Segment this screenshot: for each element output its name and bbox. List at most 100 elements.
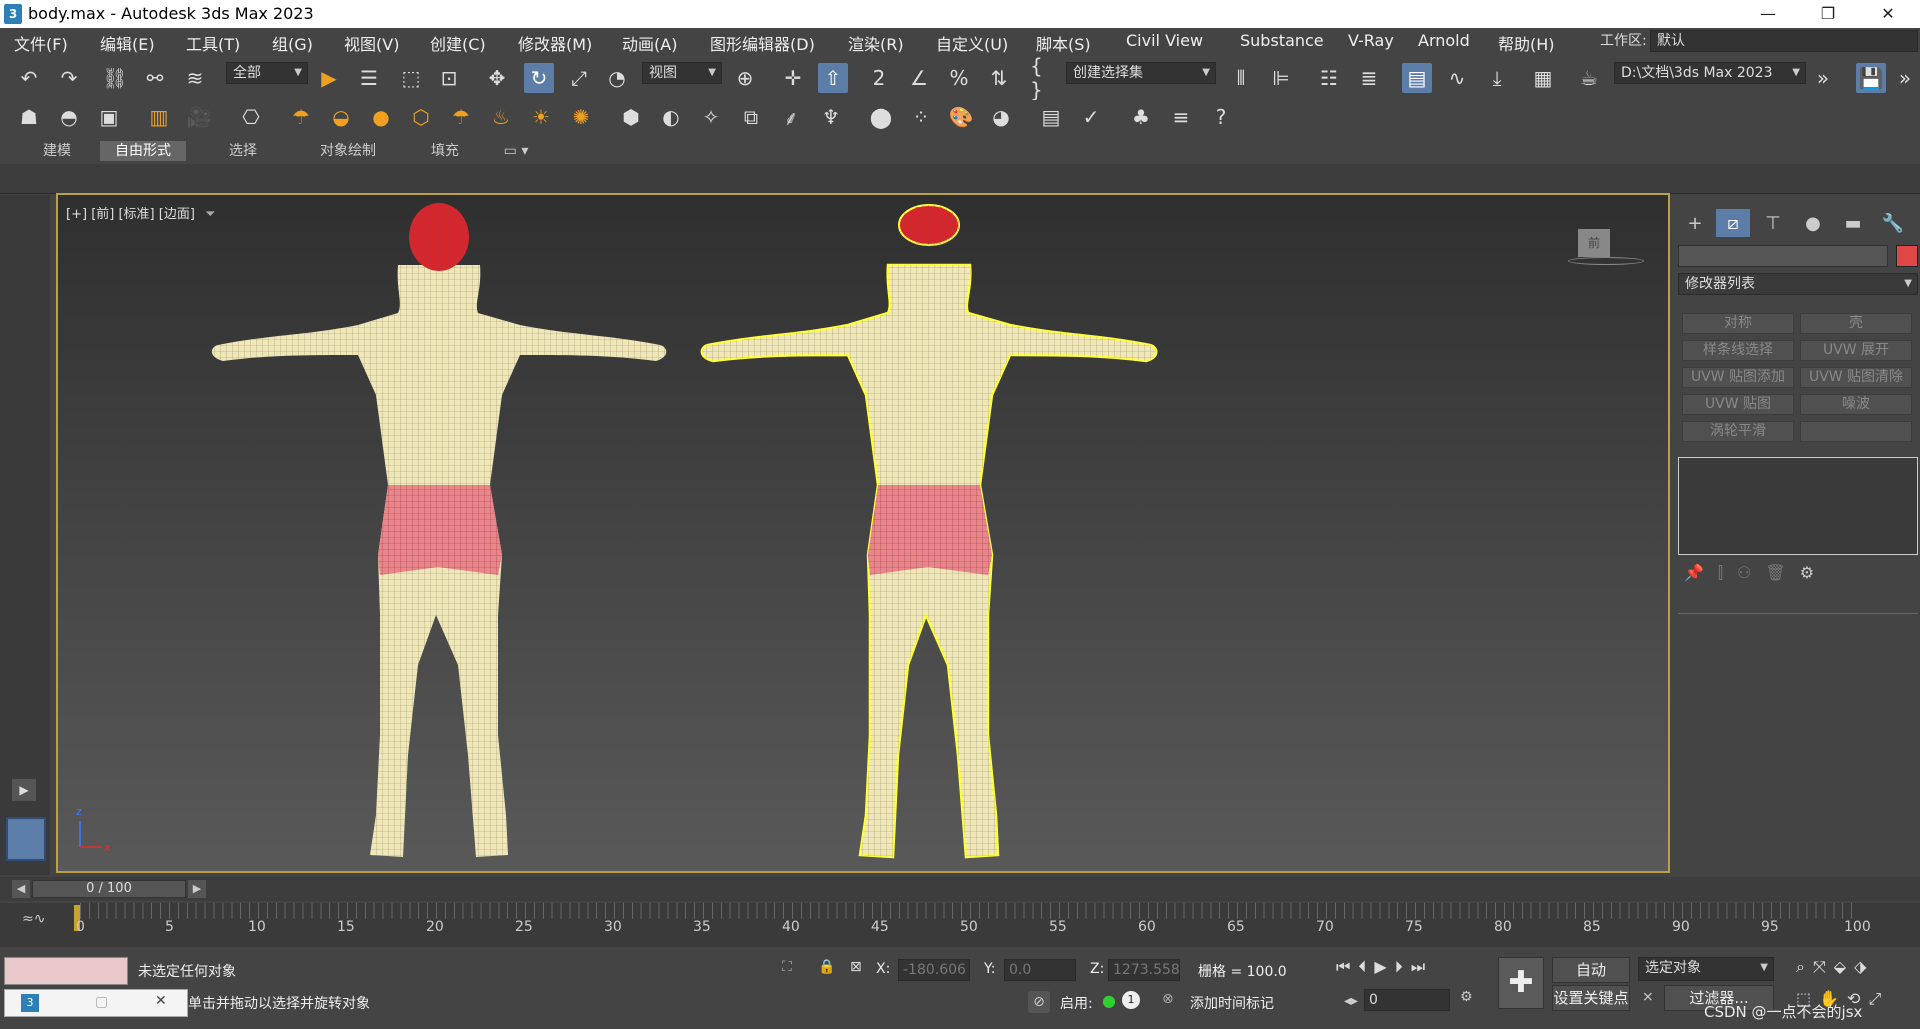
align-icon[interactable]: ⊫	[1266, 63, 1296, 93]
menu-civil-view[interactable]: Civil View	[1126, 31, 1203, 50]
make-unique-icon[interactable]: ⚇	[1737, 563, 1765, 582]
time-tag-icon[interactable]: ⊗	[1162, 991, 1174, 1007]
key-filter-icon[interactable]: ⨯	[1642, 989, 1654, 1005]
place-icon[interactable]: ◔	[602, 63, 632, 93]
save-icon[interactable]: 💾	[1856, 63, 1886, 93]
list-icon[interactable]: ≡	[1166, 102, 1196, 132]
menu-customize[interactable]: 自定义(U)	[936, 31, 1008, 55]
next-frame-icon[interactable]: ▶	[188, 880, 206, 898]
viewport-front[interactable]: [+] [前] [标准] [边面] ⏷ 前 z x	[56, 193, 1670, 873]
keyboard-shortcut-override-icon[interactable]: ⇧	[818, 63, 848, 93]
tab-modeling[interactable]: 建模	[14, 141, 100, 161]
menu-graph-editors[interactable]: 图形编辑器(D)	[710, 31, 815, 55]
maximize-button[interactable]: ❐	[1800, 0, 1856, 28]
play-icon[interactable]: ▶	[1374, 957, 1394, 976]
material-sphere-icon[interactable]: ⬤	[866, 102, 896, 132]
remove-modifier-icon[interactable]: 🗑	[1765, 563, 1799, 582]
schematic-view-icon[interactable]: ⤓	[1482, 63, 1512, 93]
material-editor-icon[interactable]: ▦	[1528, 63, 1558, 93]
undo-icon[interactable]: ↶	[14, 63, 44, 93]
rect-selection-icon[interactable]: ⬚	[396, 63, 426, 93]
select-manipulate-icon[interactable]: ✛	[778, 63, 808, 93]
more-tools-icon[interactable]: »	[1808, 63, 1838, 93]
tab-populate[interactable]: 填充	[402, 141, 488, 161]
menu-vray[interactable]: V-Ray	[1348, 31, 1394, 50]
vray-material-icon[interactable]: ◕	[986, 102, 1016, 132]
rotate-icon[interactable]: ↻	[524, 63, 554, 93]
go-to-start-icon[interactable]: ⏮	[1336, 957, 1358, 976]
time-config-icon[interactable]: ⚙	[1460, 989, 1473, 1005]
menu-animation[interactable]: 动画(A)	[622, 31, 677, 55]
prev-frame-icon[interactable]: ◀	[12, 880, 30, 898]
vray-fire-icon[interactable]: ♆	[816, 102, 846, 132]
absolute-mode-icon[interactable]: ⊠	[850, 959, 862, 975]
isolate-selection-icon[interactable]: ⛶	[782, 959, 792, 975]
app-icon[interactable]: 3	[4, 4, 22, 24]
adaptive-degradation-icon[interactable]: ⊘	[1028, 991, 1050, 1013]
menu-arnold[interactable]: Arnold	[1418, 31, 1470, 50]
body-mesh-back[interactable]	[211, 203, 667, 857]
tab-freeform[interactable]: 自由形式	[100, 141, 186, 161]
modifier-empty-button[interactable]	[1800, 421, 1912, 442]
move-icon[interactable]: ✥	[482, 63, 512, 93]
menu-substance[interactable]: Substance	[1240, 31, 1324, 50]
display-tab-icon[interactable]: ▬	[1836, 209, 1870, 237]
selection-filter-dropdown[interactable]: 全部	[226, 62, 308, 84]
sun-icon[interactable]: ☀	[526, 102, 556, 132]
box-icon[interactable]: ▣	[94, 102, 124, 132]
modifier-unwrap-uvw-button[interactable]: UVW 展开	[1800, 340, 1912, 361]
menu-file[interactable]: 文件(F)	[14, 31, 68, 55]
pivot-center-icon[interactable]: ⊕	[730, 63, 760, 93]
x-coordinate-field[interactable]: -180.606	[898, 959, 970, 981]
modifier-shell-button[interactable]: 壳	[1800, 313, 1912, 334]
ribbon-toggle-icon[interactable]: ▤	[1402, 63, 1432, 93]
add-time-tag[interactable]: 添加时间标记	[1190, 993, 1274, 1013]
menu-create[interactable]: 创建(C)	[430, 31, 486, 55]
vray-fur-icon[interactable]: ⸙	[776, 102, 806, 132]
select-by-name-icon[interactable]: ☰	[354, 63, 384, 93]
render-icon[interactable]: ⎔	[236, 102, 266, 132]
modifier-spline-select-button[interactable]: 样条线选择	[1682, 340, 1794, 361]
y-coordinate-field[interactable]: 0.0	[1004, 959, 1076, 981]
menu-modifiers[interactable]: 修改器(M)	[518, 31, 592, 55]
minimize-button[interactable]: —	[1740, 0, 1796, 28]
vray-plane-icon[interactable]: ✧	[696, 102, 726, 132]
go-to-end-icon[interactable]: ⏭	[1411, 957, 1433, 976]
tree-icon[interactable]: ♣	[1126, 102, 1156, 132]
menu-view[interactable]: 视图(V)	[344, 31, 399, 55]
redo-icon[interactable]: ↷	[54, 63, 84, 93]
vray-cube-icon[interactable]: ⬢	[616, 102, 646, 132]
vray-sphere-icon[interactable]: ◐	[656, 102, 686, 132]
time-slider-thumb[interactable]: 0 / 100	[32, 880, 186, 898]
vray-proxy-icon[interactable]: ⧉	[736, 102, 766, 132]
expand-icon[interactable]: »	[1890, 63, 1920, 93]
palette-icon[interactable]: 🎨	[946, 102, 976, 132]
configure-sets-icon[interactable]: ⚙	[1800, 563, 1828, 582]
object-name-field[interactable]	[1678, 245, 1888, 267]
layout-thumbnail[interactable]	[6, 817, 46, 861]
timeline[interactable]: ≈∿ 0 5 10 15 20 25 30 35 40 45 50 55 60 …	[0, 903, 1920, 947]
multi-material-icon[interactable]: ⁘	[906, 102, 936, 132]
close-button[interactable]: ✕	[1860, 0, 1916, 28]
modifier-symmetry-button[interactable]: 对称	[1682, 313, 1794, 334]
menu-group[interactable]: 组(G)	[272, 31, 313, 55]
vray-settings-icon[interactable]: ▤	[1036, 102, 1066, 132]
bulb-icon[interactable]: ♨	[486, 102, 516, 132]
next-key-icon[interactable]: ⏵	[1395, 957, 1411, 976]
named-selection-dropdown[interactable]: 创建选择集	[1066, 62, 1216, 84]
render-setup-icon[interactable]: ☕	[1574, 63, 1604, 93]
curve-editor-icon[interactable]: ∿	[1442, 63, 1472, 93]
layer-explorer-icon[interactable]: ≣	[1354, 63, 1384, 93]
percent-snap-icon[interactable]: %	[944, 63, 974, 93]
restore-icon[interactable]: ▢	[95, 994, 108, 1010]
modifier-stack[interactable]	[1678, 457, 1918, 555]
current-frame-field[interactable]: 0	[1364, 989, 1450, 1011]
modifier-list-dropdown[interactable]: 修改器列表	[1678, 273, 1918, 295]
link-icon[interactable]: ⛓	[100, 63, 130, 93]
vray-logo-icon[interactable]: ✓	[1076, 102, 1106, 132]
help-icon[interactable]: ?	[1206, 102, 1236, 132]
hierarchy-tab-icon[interactable]: ⊤	[1756, 209, 1790, 237]
taskbar-thumbnail[interactable]: 3 ▢ ✕	[4, 989, 188, 1017]
expand-layout-icon[interactable]: ▶	[12, 779, 36, 801]
close-icon[interactable]: ✕	[155, 993, 167, 1009]
